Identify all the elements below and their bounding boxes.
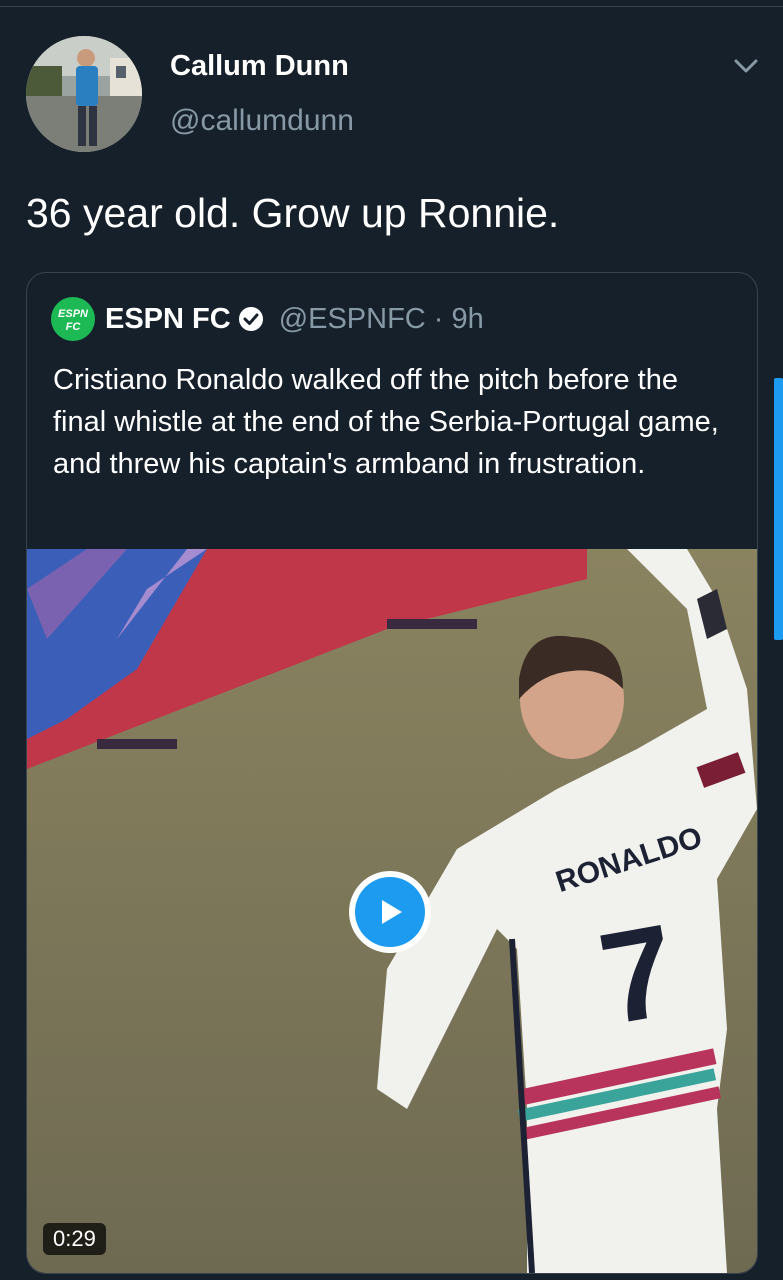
- user-handle[interactable]: @callumdunn: [170, 104, 354, 138]
- tweet-text: 36 year old. Grow up Ronnie.: [26, 190, 560, 236]
- video-duration: 0:29: [43, 1223, 106, 1255]
- play-button-inner: [355, 877, 425, 947]
- quoted-tweet-header: ESPN FC ESPN FC @ESPNFC · 9h: [51, 297, 484, 341]
- play-icon: [382, 900, 402, 924]
- chevron-down-icon[interactable]: [732, 56, 760, 76]
- play-button[interactable]: [349, 871, 431, 953]
- avatar-photo: [26, 36, 142, 152]
- logo-text-fc: FC: [66, 321, 82, 333]
- quoted-timestamp[interactable]: 9h: [451, 303, 483, 336]
- display-name[interactable]: Callum Dunn: [170, 50, 349, 83]
- quoted-tweet[interactable]: ESPN FC ESPN FC @ESPNFC · 9h Cristiano R…: [26, 272, 758, 1274]
- video-player[interactable]: RONALDO 7 0:29: [27, 549, 757, 1273]
- quoted-handle[interactable]: @ESPNFC: [279, 303, 426, 336]
- espn-logo-icon: ESPN FC: [58, 308, 89, 333]
- quoted-display-name[interactable]: ESPN FC: [105, 303, 231, 336]
- espn-fc-logo[interactable]: ESPN FC: [51, 297, 95, 341]
- separator-dot: ·: [433, 302, 444, 335]
- quoted-tweet-text: Cristiano Ronaldo walked off the pitch b…: [53, 364, 719, 480]
- verified-badge-icon: [238, 307, 263, 331]
- avatar[interactable]: [26, 36, 142, 152]
- top-divider: [0, 0, 783, 7]
- logo-text-espn: ESPN: [58, 308, 89, 320]
- scrollbar-thumb[interactable]: [774, 378, 783, 640]
